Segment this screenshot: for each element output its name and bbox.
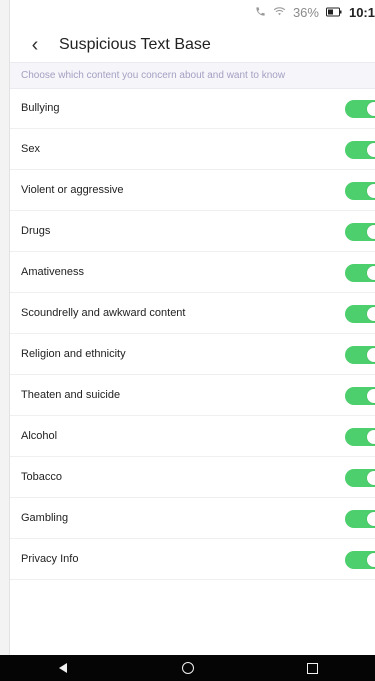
- status-icons: 36% 10:1: [255, 5, 375, 20]
- toggle-switch[interactable]: [345, 346, 375, 364]
- wifi-icon: [273, 5, 286, 20]
- list-item: Scoundrelly and awkward content: [10, 293, 375, 334]
- list-item-label: Violent or aggressive: [21, 184, 124, 196]
- toggle-switch[interactable]: [345, 223, 375, 241]
- toggle-switch[interactable]: [345, 182, 375, 200]
- app-bar: ‹ Suspicious Text Base: [10, 28, 375, 62]
- back-button[interactable]: ‹: [18, 34, 52, 57]
- list-item-label: Bullying: [21, 102, 60, 114]
- toggle-switch[interactable]: [345, 141, 375, 159]
- clock: 10:1: [348, 5, 375, 20]
- back-nav-icon[interactable]: [43, 655, 83, 681]
- list-item: Religion and ethnicity: [10, 334, 375, 375]
- home-nav-icon[interactable]: [168, 655, 208, 681]
- list-item-label: Alcohol: [21, 430, 58, 442]
- list-item-label: Gambling: [21, 512, 69, 524]
- list-item: Drugs: [10, 211, 375, 252]
- list-item: Amativeness: [10, 252, 375, 293]
- toggle-switch[interactable]: [345, 264, 375, 282]
- list-item: Privacy Info: [10, 539, 375, 580]
- list-item: Alcohol: [10, 416, 375, 457]
- page-title: Suspicious Text Base: [59, 36, 211, 53]
- toggle-switch[interactable]: [345, 305, 375, 323]
- phone-icon: [255, 5, 266, 20]
- list-item-label: Theaten and suicide: [21, 389, 121, 401]
- list-item-label: Drugs: [21, 225, 51, 237]
- toggle-switch[interactable]: [345, 510, 375, 528]
- list-item-label: Amativeness: [21, 266, 84, 278]
- list-item: Bullying: [10, 88, 375, 129]
- battery-percent: 36%: [292, 5, 319, 20]
- toggle-switch[interactable]: [345, 551, 375, 569]
- left-edge: [0, 0, 10, 655]
- list-item-label: Scoundrelly and awkward content: [21, 307, 186, 319]
- toggle-switch[interactable]: [345, 387, 375, 405]
- recent-apps-icon[interactable]: [293, 655, 333, 681]
- app-screen: 36% 10:1 ‹ Suspicious Text Base Choose w…: [0, 0, 375, 681]
- list-item-label: Religion and ethnicity: [21, 348, 126, 360]
- toggle-switch[interactable]: [345, 100, 375, 118]
- toggle-switch[interactable]: [345, 428, 375, 446]
- list-item: Tobacco: [10, 457, 375, 498]
- navigation-bar: [0, 655, 375, 681]
- list-item: Theaten and suicide: [10, 375, 375, 416]
- list-item-label: Privacy Info: [21, 553, 79, 565]
- toggle-switch[interactable]: [345, 469, 375, 487]
- status-bar: 36% 10:1: [10, 0, 375, 28]
- list-item-label: Sex: [21, 143, 40, 155]
- list-item: Violent or aggressive: [10, 170, 375, 211]
- list-item-label: Tobacco: [21, 471, 62, 483]
- list-item: Sex: [10, 129, 375, 170]
- battery-icon: [325, 5, 342, 20]
- description-banner: Choose which content you concern about a…: [10, 62, 375, 89]
- list-item: Gambling: [10, 498, 375, 539]
- category-list: Bullying Sex Violent or aggressive Drugs Ama…: [10, 88, 375, 580]
